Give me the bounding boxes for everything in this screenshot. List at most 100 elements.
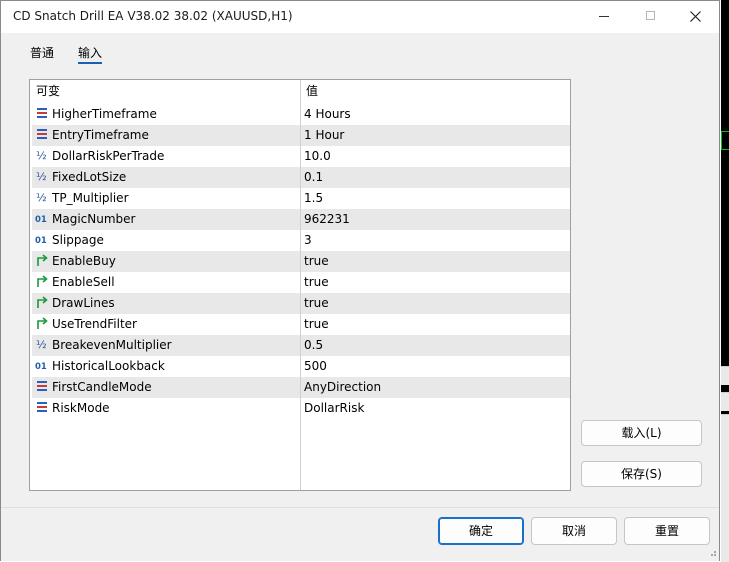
- parameter-name: UseTrendFilter: [52, 317, 137, 331]
- parameter-name: EnableBuy: [52, 254, 116, 268]
- column-divider: [300, 272, 301, 293]
- parameter-row[interactable]: DrawLines true: [32, 293, 570, 314]
- active-tab-indicator: [78, 62, 102, 64]
- parameter-row[interactable]: EntryTimeframe 1 Hour: [32, 125, 570, 146]
- parameter-row[interactable]: 01 HistoricalLookback 500: [32, 356, 570, 377]
- parameter-row[interactable]: EnableBuy true: [32, 251, 570, 272]
- grid-header: 可变 值: [30, 80, 570, 102]
- minimize-button[interactable]: [581, 1, 627, 33]
- resize-grip-icon[interactable]: [707, 547, 717, 557]
- parameter-row[interactable]: UseTrendFilter true: [32, 314, 570, 335]
- bool-icon: [34, 274, 50, 290]
- svg-text:01: 01: [35, 362, 47, 372]
- bool-icon: [34, 316, 50, 332]
- tab-inputs[interactable]: 输入: [78, 44, 102, 61]
- column-divider: [300, 314, 301, 335]
- parameter-name: BreakevenMultiplier: [52, 338, 172, 352]
- column-divider: [300, 209, 301, 230]
- parameter-name: DollarRiskPerTrade: [52, 149, 165, 163]
- parameter-name: EntryTimeframe: [52, 128, 149, 142]
- column-divider: [300, 251, 301, 272]
- double-icon: ½: [34, 190, 50, 206]
- parameter-value[interactable]: DollarRisk: [304, 398, 364, 419]
- column-divider: [300, 167, 301, 188]
- column-divider: [300, 293, 301, 314]
- column-divider: [300, 104, 301, 125]
- background-panel: [721, 392, 729, 411]
- double-icon: ½: [34, 337, 50, 353]
- parameter-value[interactable]: true: [304, 272, 329, 293]
- load-button[interactable]: 载入(L): [581, 420, 702, 446]
- parameter-row[interactable]: ½ BreakevenMultiplier 0.5: [32, 335, 570, 356]
- ok-button[interactable]: 确定: [438, 517, 524, 545]
- column-divider: [300, 398, 301, 419]
- maximize-button[interactable]: [627, 1, 673, 33]
- svg-text:½: ½: [36, 191, 47, 204]
- background-chart-line: [721, 131, 722, 150]
- parameter-value[interactable]: true: [304, 314, 329, 335]
- background-panel: [721, 414, 729, 562]
- background-chart-line: [721, 131, 729, 132]
- parameter-row[interactable]: FirstCandleMode AnyDirection: [32, 377, 570, 398]
- column-divider: [300, 146, 301, 167]
- input-parameters-dialog: CD Snatch Drill EA V38.02 38.02 (XAUUSD,…: [0, 0, 720, 561]
- column-divider: [300, 125, 301, 146]
- parameter-row[interactable]: 01 Slippage 3: [32, 230, 570, 251]
- parameter-value[interactable]: true: [304, 251, 329, 272]
- parameter-value[interactable]: 0.5: [304, 335, 323, 356]
- column-header-value[interactable]: 值: [300, 80, 570, 102]
- bool-icon: [34, 295, 50, 311]
- parameter-value[interactable]: 1 Hour: [304, 125, 344, 146]
- close-button[interactable]: [673, 1, 719, 33]
- window-title: CD Snatch Drill EA V38.02 38.02 (XAUUSD,…: [13, 9, 293, 23]
- column-header-variable[interactable]: 可变: [30, 80, 300, 102]
- parameter-value[interactable]: true: [304, 293, 329, 314]
- parameter-value[interactable]: 10.0: [304, 146, 331, 167]
- parameter-row[interactable]: 01 MagicNumber 962231: [32, 209, 570, 230]
- parameter-row[interactable]: HigherTimeframe 4 Hours: [32, 104, 570, 125]
- integer-icon: 01: [34, 211, 50, 227]
- parameter-name: HistoricalLookback: [52, 359, 165, 373]
- parameter-name: FirstCandleMode: [52, 380, 152, 394]
- parameter-row[interactable]: RiskMode DollarRisk: [32, 398, 570, 419]
- double-icon: ½: [34, 148, 50, 164]
- parameter-value[interactable]: 4 Hours: [304, 104, 351, 125]
- reset-button[interactable]: 重置: [624, 517, 710, 545]
- parameter-name: Slippage: [52, 233, 104, 247]
- background-chart-line: [721, 149, 729, 150]
- column-divider: [300, 230, 301, 251]
- parameter-value[interactable]: AnyDirection: [304, 377, 381, 398]
- parameters-grid[interactable]: 可变 值 HigherTimeframe 4 Hours EntryTimefram…: [29, 79, 571, 491]
- enum-icon: [34, 379, 50, 395]
- cancel-button[interactable]: 取消: [531, 517, 617, 545]
- svg-text:½: ½: [36, 149, 47, 162]
- parameter-name: DrawLines: [52, 296, 115, 310]
- enum-icon: [34, 400, 50, 416]
- parameter-name: RiskMode: [52, 401, 110, 415]
- column-divider: [300, 188, 301, 209]
- tab-general[interactable]: 普通: [30, 44, 54, 61]
- parameter-name: FixedLotSize: [52, 170, 127, 184]
- save-button[interactable]: 保存(S): [581, 461, 702, 487]
- parameter-row[interactable]: EnableSell true: [32, 272, 570, 293]
- parameter-rows: HigherTimeframe 4 Hours EntryTimeframe 1 Ho…: [32, 104, 570, 419]
- parameter-row[interactable]: ½ DollarRiskPerTrade 10.0: [32, 146, 570, 167]
- svg-text:01: 01: [35, 236, 47, 246]
- double-icon: ½: [34, 169, 50, 185]
- enum-icon: [34, 127, 50, 143]
- column-divider: [300, 335, 301, 356]
- parameter-row[interactable]: ½ FixedLotSize 0.1: [32, 167, 570, 188]
- parameter-value[interactable]: 500: [304, 356, 327, 377]
- integer-icon: 01: [34, 232, 50, 248]
- column-divider: [300, 356, 301, 377]
- parameter-value[interactable]: 3: [304, 230, 312, 251]
- parameter-row[interactable]: ½ TP_Multiplier 1.5: [32, 188, 570, 209]
- background-panel: [721, 366, 729, 385]
- parameter-value[interactable]: 0.1: [304, 167, 323, 188]
- parameter-value[interactable]: 1.5: [304, 188, 323, 209]
- integer-icon: 01: [34, 358, 50, 374]
- parameter-name: MagicNumber: [52, 212, 136, 226]
- title-bar[interactable]: CD Snatch Drill EA V38.02 38.02 (XAUUSD,…: [1, 1, 719, 33]
- parameter-value[interactable]: 962231: [304, 209, 350, 230]
- parameter-name: TP_Multiplier: [52, 191, 129, 205]
